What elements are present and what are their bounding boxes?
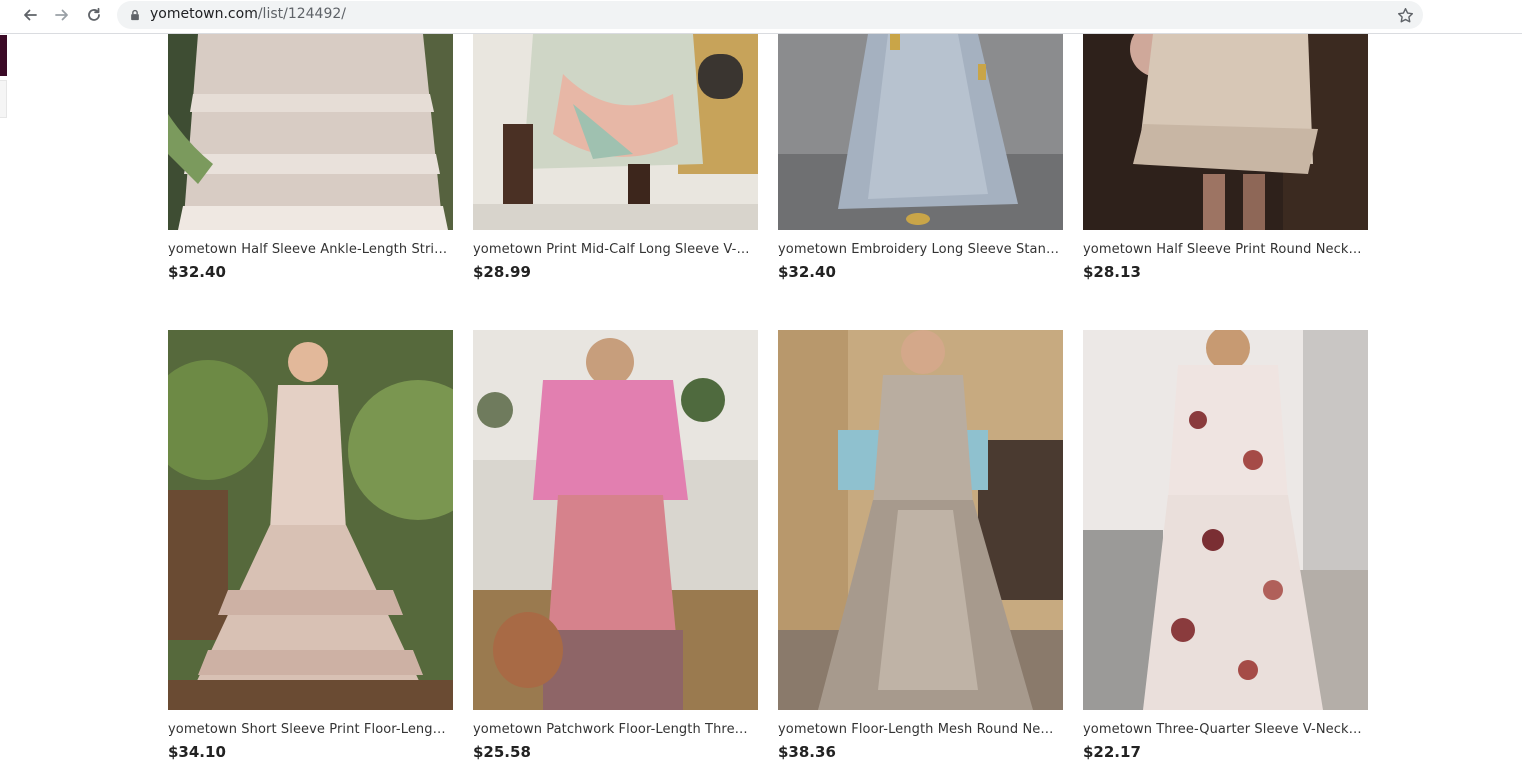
side-tab-edge[interactable]: [0, 80, 7, 118]
product-price: $28.13: [1083, 263, 1141, 281]
product-card[interactable]: yometown Print Mid-Calf Long Sleeve V-Ne…: [473, 34, 758, 282]
reload-icon: [88, 7, 100, 21]
forward-button[interactable]: [48, 3, 76, 27]
product-title[interactable]: yometown Print Mid-Calf Long Sleeve V-Ne…: [473, 242, 755, 258]
product-image[interactable]: [1083, 330, 1368, 710]
product-card[interactable]: yometown Three-Quarter Sleeve V-Neck Ank…: [1083, 330, 1368, 762]
product-price: $28.99: [473, 263, 531, 281]
product-price: $38.36: [778, 743, 836, 761]
product-title[interactable]: yometown Short Sleeve Print Floor-Length…: [168, 722, 450, 738]
product-image[interactable]: [473, 34, 758, 230]
product-price: $25.58: [473, 743, 531, 761]
lock-icon[interactable]: [128, 8, 142, 22]
browser-toolbar: yometown.com/list/124492/: [0, 0, 1522, 34]
product-image[interactable]: [778, 330, 1063, 710]
url-text[interactable]: yometown.com/list/124492/: [150, 6, 346, 22]
product-card[interactable]: yometown Short Sleeve Print Floor-Length…: [168, 330, 453, 762]
product-card[interactable]: yometown Half Sleeve Ankle-Length String…: [168, 34, 453, 282]
product-price: $34.10: [168, 743, 226, 761]
address-bar[interactable]: yometown.com/list/124492/: [117, 1, 1423, 29]
product-card[interactable]: yometown Patchwork Floor-Length Three-Qu…: [473, 330, 758, 762]
product-image[interactable]: [473, 330, 758, 710]
back-arrow-icon: [24, 9, 37, 21]
product-image[interactable]: [1083, 34, 1368, 230]
product-image[interactable]: [168, 34, 453, 230]
side-banner-edge: [0, 35, 7, 76]
product-image[interactable]: [778, 34, 1063, 230]
reload-button[interactable]: [80, 3, 108, 27]
product-title[interactable]: yometown Floor-Length Mesh Round Neck Th…: [778, 722, 1060, 738]
forward-arrow-icon: [55, 9, 68, 21]
product-title[interactable]: yometown Three-Quarter Sleeve V-Neck Ank…: [1083, 722, 1365, 738]
back-button[interactable]: [16, 3, 44, 27]
product-title[interactable]: yometown Patchwork Floor-Length Three-Qu…: [473, 722, 755, 738]
product-card[interactable]: yometown Half Sleeve Print Round Neck Mi…: [1083, 34, 1368, 282]
product-price: $32.40: [168, 263, 226, 281]
product-price: $32.40: [778, 263, 836, 281]
product-image[interactable]: [168, 330, 453, 710]
product-title[interactable]: yometown Half Sleeve Print Round Neck Mi…: [1083, 242, 1365, 258]
product-title[interactable]: yometown Half Sleeve Ankle-Length String…: [168, 242, 450, 258]
product-title[interactable]: yometown Embroidery Long Sleeve Stand Co…: [778, 242, 1060, 258]
url-path: /list/124492/: [257, 6, 346, 22]
url-host: yometown.com: [150, 6, 258, 22]
product-price: $22.17: [1083, 743, 1141, 761]
product-card[interactable]: yometown Floor-Length Mesh Round Neck Th…: [778, 330, 1063, 762]
bookmark-star-icon[interactable]: [1396, 6, 1414, 24]
product-card[interactable]: yometown Embroidery Long Sleeve Stand Co…: [778, 34, 1063, 282]
